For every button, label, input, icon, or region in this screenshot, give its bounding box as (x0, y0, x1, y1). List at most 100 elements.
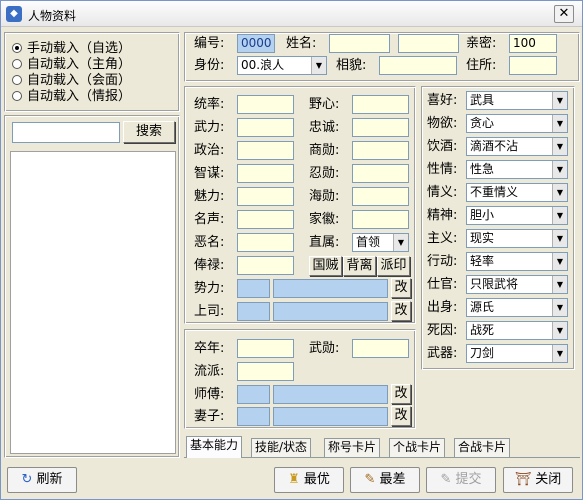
spouse-change-button[interactable]: 改 (391, 406, 411, 426)
given-name-field[interactable] (398, 34, 459, 53)
tab-title-cards[interactable]: 称号卡片 (324, 438, 381, 457)
chevron-down-icon[interactable]: ▼ (552, 299, 567, 316)
spouse-id-field[interactable] (237, 407, 270, 426)
residence-field[interactable] (509, 56, 557, 75)
chevron-down-icon[interactable]: ▼ (552, 345, 567, 362)
id-field[interactable]: 0000 (237, 34, 275, 53)
close-button[interactable]: ⛩ 关闭 (503, 467, 573, 493)
close-window-button[interactable]: ✕ (554, 5, 574, 23)
radio-auto-meeting[interactable]: 自动载入（会面） (12, 73, 131, 89)
trait-select[interactable]: 胆小 ▼ (466, 206, 568, 225)
stat-field[interactable] (237, 164, 294, 183)
character-list[interactable] (10, 151, 176, 454)
trait-select[interactable]: 源氏 ▼ (466, 298, 568, 317)
trait-label: 主义: (427, 231, 458, 246)
stat-field[interactable] (352, 164, 409, 183)
superior-change-button[interactable]: 改 (391, 301, 411, 321)
stat-field[interactable] (237, 210, 294, 229)
stat-field[interactable] (352, 187, 409, 206)
app-icon: ◆ (6, 6, 22, 22)
chevron-down-icon[interactable]: ▼ (552, 138, 567, 155)
radio-label: 手动载入（自选） (27, 41, 132, 56)
tab-skills-status[interactable]: 技能/状态 (251, 438, 312, 457)
chevron-down-icon[interactable]: ▼ (552, 184, 567, 201)
master-name-field[interactable] (273, 385, 388, 404)
trait-label: 喜好: (427, 93, 458, 108)
stat-field[interactable] (237, 141, 294, 160)
submit-label: 提交 (455, 472, 482, 487)
trait-select[interactable]: 刀剑 ▼ (466, 344, 568, 363)
affiliation-value: 首领 (356, 235, 381, 249)
superior-name-field[interactable] (273, 302, 388, 321)
trait-select[interactable]: 武具 ▼ (466, 91, 568, 110)
chevron-down-icon[interactable]: ▼ (552, 276, 567, 293)
chevron-down-icon[interactable]: ▼ (552, 161, 567, 178)
chevron-down-icon[interactable]: ▼ (552, 207, 567, 224)
search-input[interactable] (12, 122, 120, 143)
tab-duel-cards[interactable]: 个战卡片 (389, 438, 446, 457)
surname-field[interactable] (329, 34, 390, 53)
stat-label: 恶名: (194, 235, 225, 250)
trait-label: 行动: (427, 254, 458, 269)
chevron-down-icon[interactable]: ▼ (393, 234, 408, 251)
dispatch-button[interactable]: 派印 (377, 256, 410, 276)
identity-select[interactable]: 00.浪人 ▼ (237, 56, 327, 75)
trait-select[interactable]: 只限武将 ▼ (466, 275, 568, 294)
best-button[interactable]: ♜ 最优 (274, 467, 344, 493)
martial-merit-field[interactable] (352, 339, 409, 358)
chevron-down-icon[interactable]: ▼ (552, 322, 567, 339)
master-id-field[interactable] (237, 385, 270, 404)
radio-auto-intel[interactable]: 自动载入（情报） (12, 89, 131, 105)
submit-button[interactable]: ✎ 提交 (426, 467, 496, 493)
death-year-field[interactable] (237, 339, 294, 358)
stat-field[interactable] (352, 210, 409, 229)
intimacy-field[interactable]: 100 (509, 34, 557, 53)
trait-select[interactable]: 战死 ▼ (466, 321, 568, 340)
traitor-button[interactable]: 国贼 (309, 256, 342, 276)
stat-field[interactable] (237, 95, 294, 114)
spouse-name-field[interactable] (273, 407, 388, 426)
chevron-down-icon[interactable]: ▼ (552, 115, 567, 132)
superior-id-field[interactable] (237, 302, 270, 321)
trophy-icon: ♜ (288, 472, 300, 487)
door-exit-icon: ⛩ (514, 472, 532, 487)
trait-label: 武器: (427, 346, 458, 361)
trait-value: 现实 (470, 231, 495, 245)
master-change-button[interactable]: 改 (391, 384, 411, 404)
chevron-down-icon[interactable]: ▼ (552, 92, 567, 109)
stat-field[interactable] (352, 95, 409, 114)
chevron-down-icon[interactable]: ▼ (311, 57, 326, 74)
radio-auto-protagonist[interactable]: 自动载入（主角） (12, 57, 131, 73)
trait-select[interactable]: 性急 ▼ (466, 160, 568, 179)
force-id-field[interactable] (237, 279, 270, 298)
stat-field[interactable] (237, 233, 294, 252)
trait-select[interactable]: 贪心 ▼ (466, 114, 568, 133)
stat-field[interactable] (352, 141, 409, 160)
trait-select[interactable]: 不重情义 ▼ (466, 183, 568, 202)
force-name-field[interactable] (273, 279, 388, 298)
main-window: ◆ 人物资料 ✕ 手动载入（自选） 自动载入（主角） 自动载入（会面） 自动载入… (0, 0, 583, 500)
stat-field[interactable] (237, 256, 294, 275)
refresh-button[interactable]: ↻ 刷新 (7, 467, 77, 493)
trait-select[interactable]: 现实 ▼ (466, 229, 568, 248)
identity-value: 00.浪人 (241, 58, 285, 72)
chevron-down-icon[interactable]: ▼ (552, 253, 567, 270)
stat-field[interactable] (352, 118, 409, 137)
worst-button[interactable]: ✎ 最差 (350, 467, 420, 493)
stat-field[interactable] (237, 118, 294, 137)
radio-manual-load[interactable]: 手动载入（自选） (12, 41, 131, 57)
stat-field[interactable] (237, 187, 294, 206)
trait-select[interactable]: 轻率 ▼ (466, 252, 568, 271)
force-change-button[interactable]: 改 (391, 278, 411, 298)
id-label: 编号: (194, 36, 225, 51)
affiliation-select[interactable]: 首领 ▼ (352, 233, 409, 252)
chevron-down-icon[interactable]: ▼ (552, 230, 567, 247)
tab-battle-cards[interactable]: 合战卡片 (454, 438, 511, 457)
appearance-field[interactable] (379, 56, 457, 75)
trait-label: 饮酒: (427, 139, 458, 154)
trait-select[interactable]: 滴酒不沾 ▼ (466, 137, 568, 156)
school-field[interactable] (237, 362, 294, 381)
defect-button[interactable]: 背离 (343, 256, 376, 276)
tab-basic-ability[interactable]: 基本能力 (186, 436, 243, 458)
search-button[interactable]: 搜索 (123, 121, 175, 143)
